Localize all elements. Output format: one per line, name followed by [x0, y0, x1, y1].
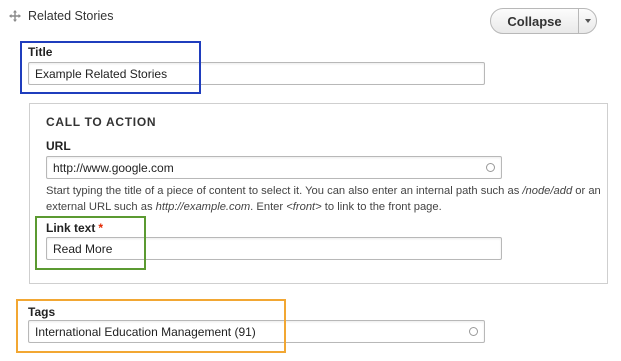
url-description: Start typing the title of a piece of con… — [46, 185, 601, 213]
url-label: URL — [46, 139, 71, 153]
collapse-button[interactable]: Collapse — [490, 8, 579, 34]
drag-handle-icon[interactable] — [8, 9, 22, 23]
operations-dropdown-button[interactable] — [578, 8, 597, 34]
section-title: Related Stories — [28, 9, 114, 23]
highlight-box-green — [35, 216, 146, 270]
autocomplete-circle-icon — [469, 327, 478, 336]
url-input-value: http://www.google.com — [53, 160, 174, 175]
autocomplete-circle-icon — [486, 163, 495, 172]
highlight-box-orange — [16, 299, 286, 353]
caret-down-icon — [584, 19, 591, 23]
collapse-button-group: Collapse — [490, 8, 597, 34]
call-to-action-legend: CALL TO ACTION — [46, 115, 157, 129]
highlight-box-blue — [20, 41, 201, 94]
url-input[interactable]: http://www.google.com — [46, 156, 502, 179]
